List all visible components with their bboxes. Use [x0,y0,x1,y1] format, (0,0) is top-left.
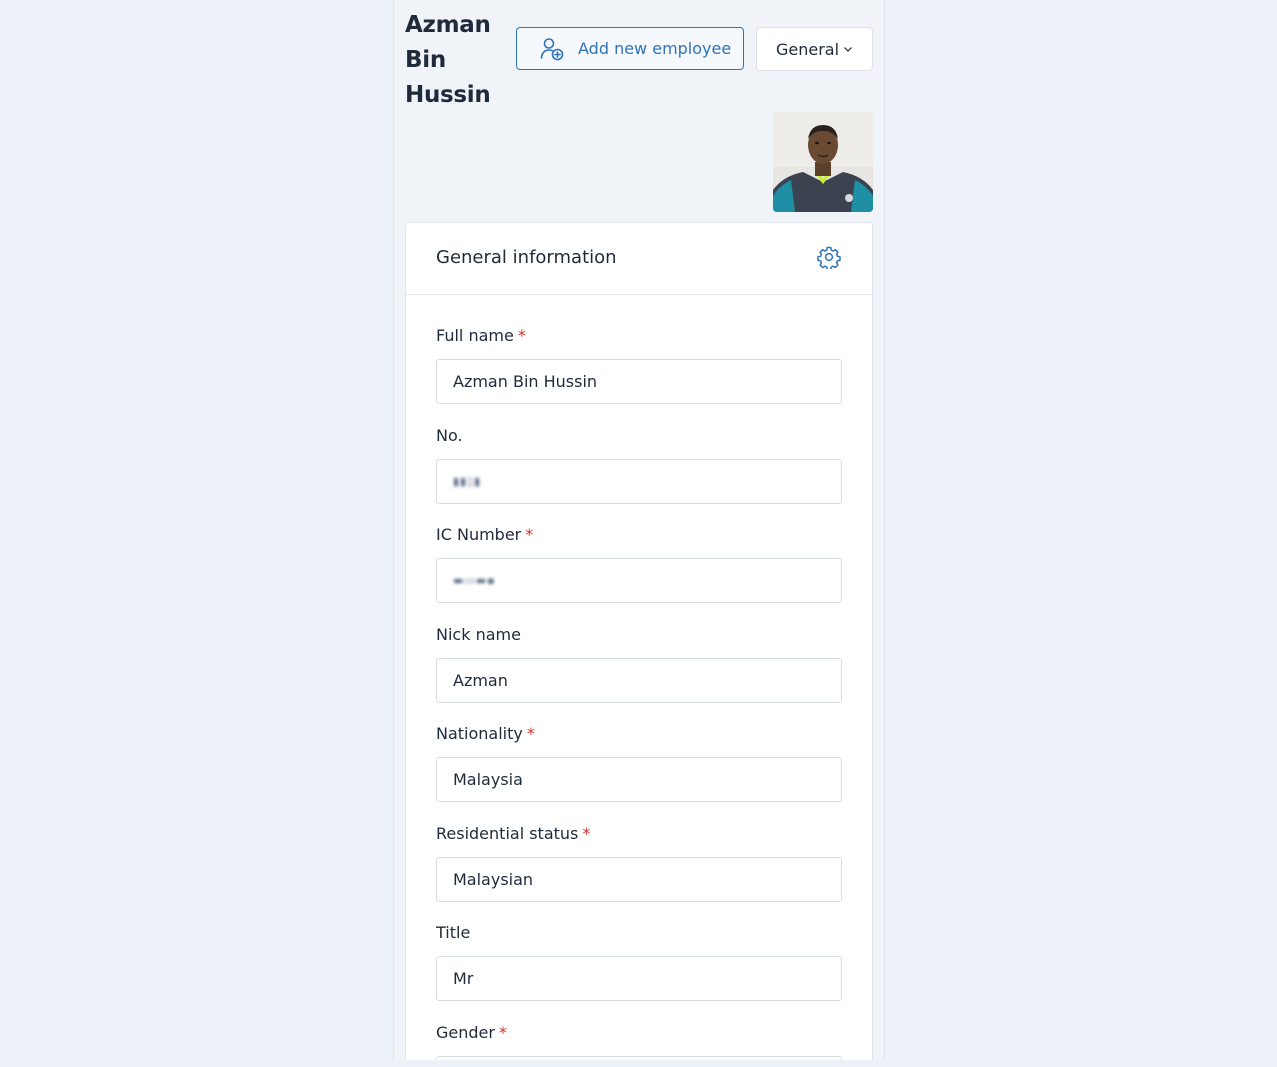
add-new-employee-label: Add new employee [578,39,732,58]
required-marker: * [582,824,591,843]
field-residential-status: Residential status * Malaysian [436,823,842,902]
ic-number-input[interactable]: ▬▭▬▪ [436,558,842,603]
field-label: Nationality * [436,724,535,743]
field-label: Nick name [436,625,521,644]
required-marker: * [517,326,526,345]
nationality-input[interactable]: Malaysia [436,757,842,802]
no-input[interactable]: ▮▮▯▮ [436,459,842,504]
required-marker: * [526,724,535,743]
field-label: IC Number * [436,525,534,544]
field-gender: Gender * [436,1022,842,1060]
redacted-value: ▮▮▯▮ [453,475,482,488]
field-nick-name: Nick name Azman [436,624,842,703]
field-nationality: Nationality * Malaysia [436,723,842,802]
card-title: General information [436,247,617,268]
section-dropdown[interactable]: General [756,27,873,71]
field-title: Title Mr [436,922,842,1001]
redacted-value: ▬▭▬▪ [453,574,496,587]
general-information-card: General information Full name * Azman Bin… [405,222,873,1060]
full-name-input[interactable]: Azman Bin Hussin [436,359,842,404]
field-full-name: Full name * Azman Bin Hussin [436,325,842,404]
title-input[interactable]: Mr [436,956,842,1001]
field-label: Title [436,923,471,942]
field-label: Gender * [436,1023,507,1042]
employee-name-heading: Azman Bin Hussin [405,12,491,108]
chevron-down-icon [843,44,853,54]
employee-avatar[interactable] [773,112,873,212]
required-marker: * [498,1023,507,1042]
field-label: Residential status * [436,824,591,843]
section-dropdown-label: General [775,39,840,59]
field-label: Full name * [436,326,526,345]
add-new-employee-button[interactable]: Add new employee [516,27,744,70]
residential-status-input[interactable]: Malaysian [436,857,842,902]
field-no: No. ▮▮▯▮ [436,425,842,504]
app-viewport: Azman Bin Hussin Add new employee Genera… [393,0,885,1060]
gear-icon[interactable] [817,245,841,271]
gender-input[interactable] [436,1056,842,1060]
nick-name-input[interactable]: Azman [436,658,842,703]
card-header: General information [406,223,872,295]
field-ic-number: IC Number * ▬▭▬▪ [436,524,842,603]
add-user-icon [539,36,565,62]
required-marker: * [525,525,534,544]
field-label: No. [436,426,463,445]
